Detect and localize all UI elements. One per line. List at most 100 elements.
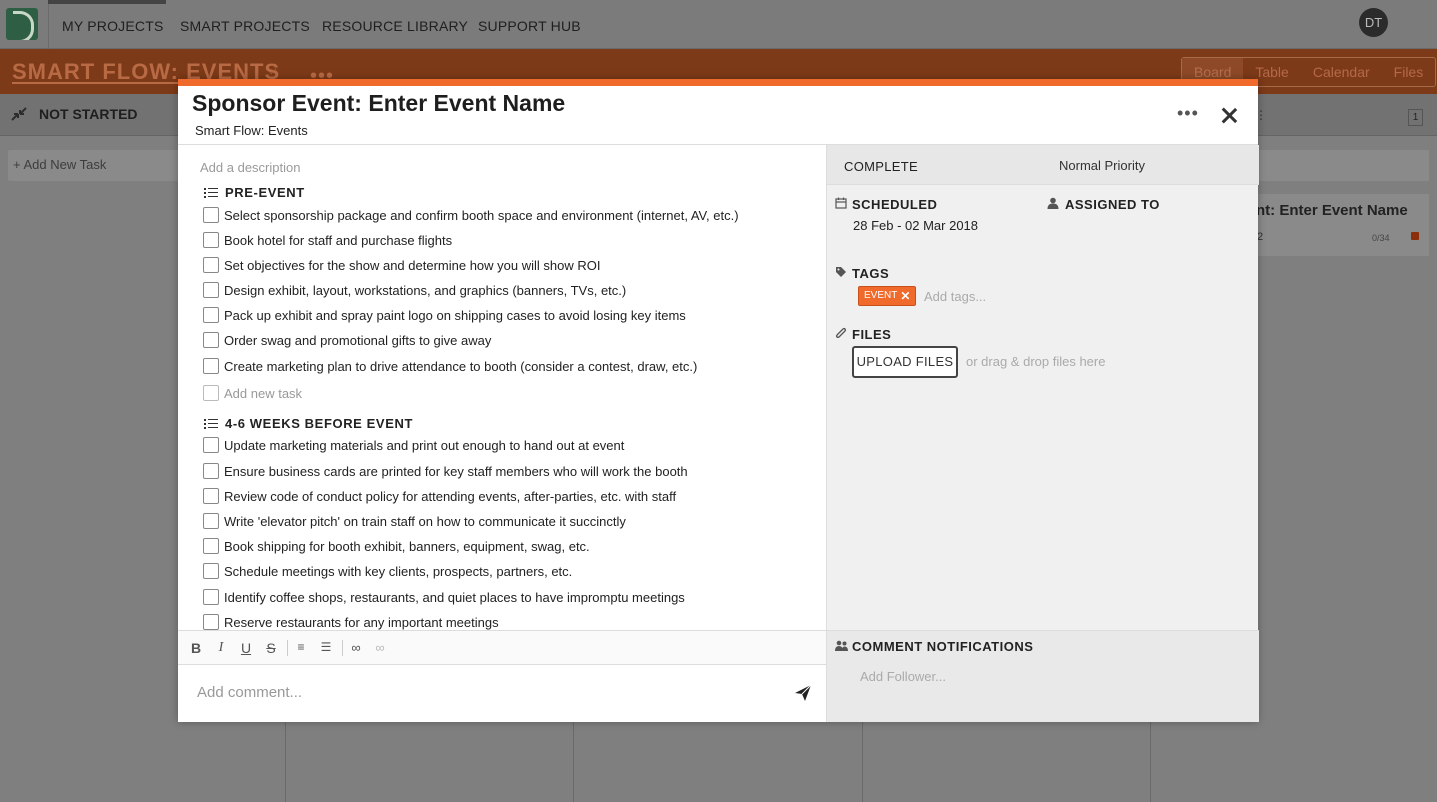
italic-icon[interactable]: I: [213, 640, 229, 656]
task-label[interactable]: Book shipping for booth exhibit, banners…: [224, 539, 590, 554]
checklist-header-pre-event: PRE-EVENT: [204, 185, 305, 200]
checklist-item: Schedule meetings with key clients, pros…: [203, 563, 572, 579]
task-label[interactable]: Identify coffee shops, restaurants, and …: [224, 590, 685, 605]
remove-tag-icon[interactable]: ✕: [900, 287, 910, 305]
task-label[interactable]: Write 'elevator pitch' on train staff on…: [224, 514, 626, 529]
numbered-list-icon[interactable]: ≡: [293, 640, 309, 654]
bold-icon[interactable]: B: [188, 640, 204, 656]
column-divider: [285, 722, 286, 802]
upload-files-button[interactable]: UPLOAD FILES: [852, 346, 958, 378]
checklist-icon: [204, 187, 218, 199]
task-checkbox[interactable]: [203, 563, 219, 579]
nav-resource-library[interactable]: RESOURCE LIBRARY: [322, 18, 468, 34]
task-sidebar: COMPLETE Normal Priority SCHEDULED 28 Fe…: [826, 145, 1259, 722]
checklist-title: 4-6 WEEKS BEFORE EVENT: [225, 416, 414, 431]
add-follower-input[interactable]: Add Follower...: [860, 669, 946, 684]
task-checkbox[interactable]: [203, 513, 219, 529]
task-label[interactable]: Reserve restaurants for any important me…: [224, 615, 499, 630]
task-checkbox[interactable]: [203, 332, 219, 348]
nav-smart-projects[interactable]: SMART PROJECTS: [180, 18, 310, 34]
collapse-icon[interactable]: [10, 106, 28, 122]
checklist-icon: [204, 418, 218, 430]
scheduled-date[interactable]: 28 Feb - 02 Mar 2018: [853, 218, 978, 233]
task-checkbox[interactable]: [203, 589, 219, 605]
bulleted-list-icon[interactable]: ☰: [318, 640, 334, 654]
comment-toolbar: B I U S ≡ ☰ ∞ ∞: [178, 630, 826, 665]
nav-support-hub[interactable]: SUPPORT HUB: [478, 18, 581, 34]
checklist-item: Design exhibit, layout, workstations, an…: [203, 282, 626, 298]
app-logo[interactable]: [6, 8, 38, 40]
add-checklist-item[interactable]: Add new task: [203, 385, 302, 401]
chevron-down-icon[interactable]: ⌵: [266, 61, 277, 78]
comment-input[interactable]: Add comment...: [197, 684, 302, 701]
tags-label: TAGS: [852, 266, 890, 281]
users-icon: [835, 640, 848, 651]
task-label[interactable]: Review code of conduct policy for attend…: [224, 489, 676, 504]
user-avatar[interactable]: DT: [1359, 8, 1388, 37]
task-label[interactable]: Book hotel for staff and purchase flight…: [224, 233, 452, 248]
view-files-tab[interactable]: Files: [1382, 58, 1436, 86]
column-count-badge: 1: [1408, 109, 1423, 126]
description-input[interactable]: Add a description: [200, 160, 300, 175]
task-label[interactable]: Create marketing plan to drive attendanc…: [224, 359, 697, 374]
task-modal: Sponsor Event: Enter Event Name Smart Fl…: [178, 79, 1259, 722]
strikethrough-icon[interactable]: S: [263, 640, 279, 656]
column-divider: [862, 722, 863, 802]
task-checkbox[interactable]: [203, 207, 219, 223]
checklist-item: Review code of conduct policy for attend…: [203, 488, 676, 504]
link-icon[interactable]: ∞: [348, 640, 364, 655]
task-checkbox[interactable]: [203, 232, 219, 248]
more-options-icon[interactable]: •••: [1177, 103, 1199, 124]
file-drop-zone[interactable]: or drag & drop files here: [966, 354, 1105, 369]
task-checkbox[interactable]: [203, 307, 219, 323]
add-tags-input[interactable]: Add tags...: [924, 289, 986, 304]
task-label[interactable]: Ensure business cards are printed for ke…: [224, 464, 688, 479]
checklist-item: Set objectives for the show and determin…: [203, 257, 600, 273]
add-task-input[interactable]: Add new task: [224, 386, 302, 401]
status-dropdown[interactable]: COMPLETE: [844, 159, 918, 174]
assigned-to-label[interactable]: ASSIGNED TO: [1065, 197, 1160, 212]
task-checkbox[interactable]: [203, 614, 219, 630]
toolbar-divider: [287, 640, 288, 656]
task-checkbox[interactable]: [203, 437, 219, 453]
send-icon[interactable]: [794, 684, 812, 702]
column-title: NOT STARTED: [39, 106, 138, 122]
modal-accent-bar: [178, 79, 1258, 86]
board-card-placeholder: [1255, 150, 1429, 181]
tag-chip[interactable]: EVENT ✕: [858, 286, 917, 306]
task-checkbox[interactable]: [203, 257, 219, 273]
checklist-item: Update marketing materials and print out…: [203, 437, 624, 453]
task-checkbox[interactable]: [203, 358, 219, 374]
underline-icon[interactable]: U: [238, 640, 254, 656]
logo-divider: [48, 0, 49, 49]
checklist-item: Identify coffee shops, restaurants, and …: [203, 589, 685, 605]
nav-my-projects[interactable]: MY PROJECTS: [62, 18, 164, 34]
view-calendar-tab[interactable]: Calendar: [1301, 58, 1382, 86]
checklist-item: Book shipping for booth exhibit, banners…: [203, 538, 590, 554]
task-label[interactable]: Update marketing materials and print out…: [224, 438, 624, 453]
close-icon[interactable]: [1218, 105, 1240, 127]
comment-notifications-section: COMMENT NOTIFICATIONS Add Follower...: [827, 630, 1259, 722]
task-label[interactable]: Schedule meetings with key clients, pros…: [224, 564, 572, 579]
task-label[interactable]: Order swag and promotional gifts to give…: [224, 333, 491, 348]
priority-dropdown[interactable]: Normal Priority: [1059, 158, 1145, 173]
checklist-item: Select sponsorship package and confirm b…: [203, 207, 739, 223]
task-title[interactable]: Sponsor Event: Enter Event Name: [192, 90, 565, 117]
tag-label: EVENT: [864, 290, 898, 301]
checklist-title: PRE-EVENT: [225, 185, 305, 200]
task-label[interactable]: Set objectives for the show and determin…: [224, 258, 600, 273]
board-card-checklist-count: 0/34: [1372, 233, 1390, 243]
calendar-icon: [835, 197, 847, 209]
unlink-icon[interactable]: ∞: [372, 640, 388, 655]
checklist-item: Ensure business cards are printed for ke…: [203, 463, 688, 479]
checklist-item: Pack up exhibit and spray paint logo on …: [203, 307, 686, 323]
task-label[interactable]: Pack up exhibit and spray paint logo on …: [224, 308, 686, 323]
add-new-task-button[interactable]: + Add New Task: [8, 150, 183, 181]
task-label[interactable]: Design exhibit, layout, workstations, an…: [224, 283, 626, 298]
task-checkbox[interactable]: [203, 488, 219, 504]
task-checkbox[interactable]: [203, 538, 219, 554]
task-checkbox[interactable]: [203, 282, 219, 298]
task-project-name[interactable]: Smart Flow: Events: [195, 123, 308, 138]
task-label[interactable]: Select sponsorship package and confirm b…: [224, 208, 739, 223]
task-checkbox[interactable]: [203, 463, 219, 479]
